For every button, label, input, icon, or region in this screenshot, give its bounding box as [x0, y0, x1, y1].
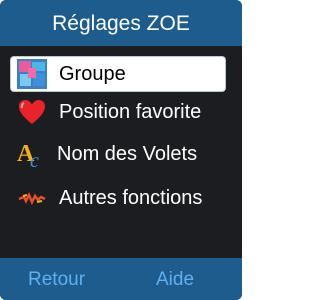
screen-title: Réglages ZOE	[52, 12, 190, 35]
menu-item-label: Groupe	[59, 63, 126, 85]
title-bar: Réglages ZOE	[0, 0, 242, 46]
back-softkey[interactable]: Retour	[28, 269, 85, 291]
menu-item-autres-fonctions[interactable]: Autres fonctions	[11, 181, 225, 215]
phone-screen: Réglages ZOE Groupe Position favorite A …	[0, 0, 242, 300]
menu-item-label: Nom des Volets	[57, 143, 198, 165]
menu-item-label: Autres fonctions	[59, 187, 203, 209]
functions-icon	[17, 183, 47, 213]
softkey-bar: Retour Aide	[0, 258, 242, 300]
menu-item-label: Position favorite	[59, 101, 202, 123]
menu-item-position-favorite[interactable]: Position favorite	[11, 95, 225, 129]
heart-icon	[17, 97, 47, 127]
help-softkey[interactable]: Aide	[156, 269, 194, 291]
menu-item-groupe[interactable]: Groupe	[11, 57, 225, 91]
group-icon	[17, 59, 47, 89]
text-icon: A c	[17, 139, 47, 172]
menu-item-nom-des-volets[interactable]: A c Nom des Volets	[11, 137, 225, 172]
svg-text:c: c	[30, 150, 39, 169]
